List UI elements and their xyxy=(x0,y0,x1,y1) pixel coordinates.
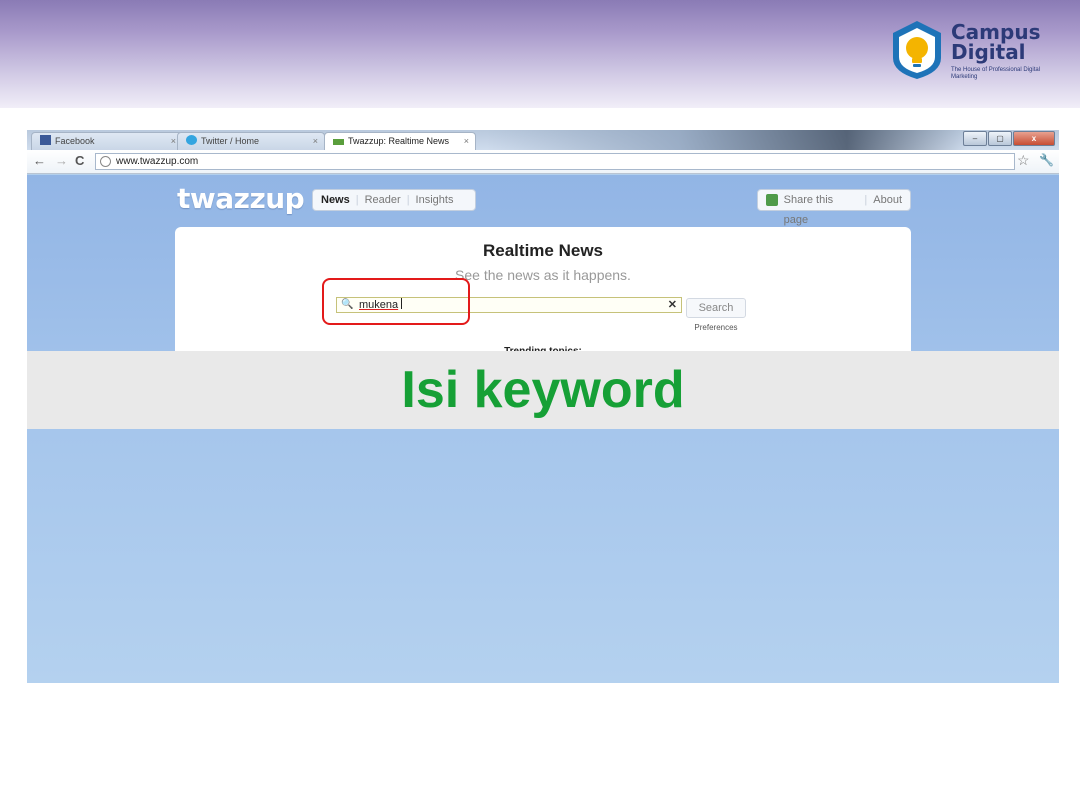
facebook-icon xyxy=(40,135,51,145)
about-link[interactable]: About xyxy=(873,190,902,210)
tab-label: Facebook xyxy=(55,136,95,146)
preferences-link[interactable]: Preferences xyxy=(686,323,746,332)
clear-icon[interactable]: ✕ xyxy=(668,298,677,312)
page-title: Realtime News xyxy=(483,241,603,260)
nav-separator: | xyxy=(355,194,359,206)
bookmark-star-icon[interactable]: ☆ xyxy=(1017,152,1030,169)
search-card: Realtime News See the news as it happens… xyxy=(175,227,911,357)
lightbulb-shield-icon xyxy=(893,21,941,79)
tab-strip: Facebook × Twitter / Home × Twazzup: Rea… xyxy=(27,130,1059,150)
brand-name-line2: Digital xyxy=(951,40,1026,64)
nav-insights[interactable]: Insights xyxy=(416,190,454,210)
nav-separator: | xyxy=(864,194,868,206)
web-page: twazzup News | Reader | Insights Share t… xyxy=(27,175,1059,683)
search-button[interactable]: Search xyxy=(686,298,746,318)
browser-toolbar: ← → C www.twazzup.com ☆ 🔧 xyxy=(27,150,1059,174)
slide: Campus Digital The House of Professional… xyxy=(0,0,1080,810)
globe-icon xyxy=(100,156,111,167)
address-text: www.twazzup.com xyxy=(116,156,199,167)
tab-close-icon[interactable]: × xyxy=(464,133,469,150)
forward-button[interactable]: → xyxy=(55,153,68,169)
slide-caption: Isi keyword xyxy=(401,361,685,419)
tab-twitter[interactable]: Twitter / Home × xyxy=(177,132,325,150)
twazzup-logo[interactable]: twazzup xyxy=(177,181,305,217)
site-nav: News | Reader | Insights xyxy=(312,189,476,211)
brand-name: Campus Digital xyxy=(951,22,1040,62)
reload-button[interactable]: C xyxy=(75,153,84,169)
maximize-button[interactable]: ▢ xyxy=(988,131,1012,146)
share-link[interactable]: Share this page xyxy=(784,190,859,226)
window-controls: – ▢ x xyxy=(963,131,1055,146)
tab-facebook[interactable]: Facebook × xyxy=(31,132,183,150)
tab-label: Twitter / Home xyxy=(201,136,260,146)
back-button[interactable]: ← xyxy=(33,153,46,169)
wrench-menu-icon[interactable]: 🔧 xyxy=(1039,153,1054,167)
twitter-bird-icon xyxy=(186,135,197,145)
nav-news[interactable]: News xyxy=(321,190,350,210)
tab-close-icon[interactable]: × xyxy=(313,133,318,150)
tab-twazzup[interactable]: Twazzup: Realtime News × xyxy=(324,132,476,150)
tab-strip-background xyxy=(487,130,967,150)
campus-digital-logo: Campus Digital The House of Professional… xyxy=(890,20,1060,92)
brand-name-line1: Campus xyxy=(951,20,1041,44)
highlight-box xyxy=(322,278,470,325)
minimize-button[interactable]: – xyxy=(963,131,987,146)
tab-label: Twazzup: Realtime News xyxy=(348,136,450,146)
caption-banner: Isi keyword xyxy=(27,351,1059,429)
nav-reader[interactable]: Reader xyxy=(365,190,401,210)
close-button[interactable]: x xyxy=(1013,131,1055,146)
address-bar[interactable]: www.twazzup.com xyxy=(95,153,1015,170)
share-icon xyxy=(766,194,778,206)
twazzup-icon xyxy=(333,139,344,145)
nav-separator: | xyxy=(406,194,410,206)
site-actions: Share this page | About xyxy=(757,189,911,226)
page-subtitle: See the news as it happens. xyxy=(455,267,631,283)
tab-close-icon[interactable]: × xyxy=(171,133,176,150)
brand-tagline: The House of Professional Digital Market… xyxy=(951,67,1041,80)
